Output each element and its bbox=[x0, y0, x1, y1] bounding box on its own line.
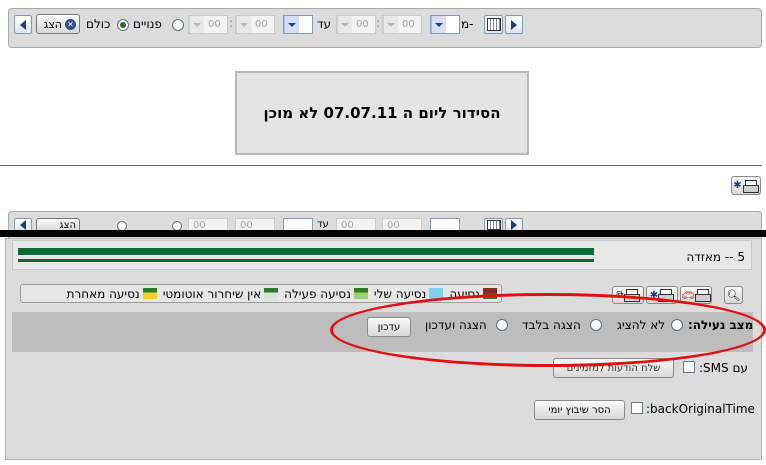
legend-swatch bbox=[353, 288, 368, 299]
sms-label: עם SMS: bbox=[699, 361, 748, 375]
magnifier-icon: 🔍︎ bbox=[726, 288, 741, 302]
chevron-down-icon bbox=[383, 16, 398, 33]
legend-swatch bbox=[264, 288, 279, 299]
legend-item-late-ride: נסיעה מאחרת bbox=[67, 287, 157, 301]
not-ready-message: הסידור ליום ה 07.07.11 לא מוכן bbox=[235, 71, 529, 155]
schedule-bar-bottom bbox=[18, 259, 594, 262]
legend-item-no-auto-release: אין שיחרור אוטומטי bbox=[163, 287, 279, 301]
legend-swatch bbox=[142, 288, 157, 299]
arrow-left-icon bbox=[20, 220, 26, 230]
show-button[interactable]: הצג ✕ bbox=[36, 14, 80, 34]
next-day-button[interactable] bbox=[505, 15, 523, 34]
message-text: הסידור ליום ה 07.07.11 לא מוכן bbox=[263, 104, 501, 122]
time-separator: : bbox=[376, 16, 381, 30]
chevron-down-icon bbox=[236, 16, 251, 33]
hour-to-value-select: 00 bbox=[188, 15, 228, 34]
legend-item-active-ride: נסיעה פעילה bbox=[284, 287, 368, 301]
calendar-icon bbox=[486, 18, 501, 31]
radio-free-label: פנויים bbox=[133, 17, 162, 31]
close-icon: ✕ bbox=[65, 18, 76, 30]
vehicle-title: 5 -- מאזדה bbox=[686, 250, 745, 264]
radio-all-label: כולם bbox=[86, 17, 111, 31]
to-label: עד bbox=[317, 17, 332, 31]
chevron-down-icon bbox=[189, 16, 204, 33]
schedule-bar-top bbox=[18, 248, 594, 255]
arrow-right-icon bbox=[511, 220, 517, 230]
printer-icon bbox=[694, 289, 711, 302]
minute-from-select: 00 bbox=[382, 15, 422, 34]
remove-daily-assignment-button[interactable]: הסר שיבוץ יומי bbox=[534, 400, 625, 420]
chevron-down-icon bbox=[284, 16, 299, 33]
chevron-down-icon bbox=[337, 16, 352, 33]
print-button[interactable]: ✱ bbox=[731, 176, 761, 195]
prev-day-button[interactable] bbox=[14, 15, 32, 34]
vehicle-header: 5 -- מאזדה bbox=[12, 240, 752, 270]
back-original-label: backOriginalTime: bbox=[646, 402, 755, 416]
person-icon: ✱ bbox=[733, 180, 742, 191]
chevron-down-icon bbox=[431, 16, 446, 33]
back-original-checkbox[interactable] bbox=[631, 402, 643, 414]
calendar-icon bbox=[486, 220, 501, 230]
radio-free[interactable] bbox=[172, 19, 184, 31]
radio-all[interactable] bbox=[117, 19, 129, 31]
zoom-button[interactable]: 🔍︎ bbox=[724, 286, 743, 304]
screenshot-cut-line bbox=[0, 230, 766, 237]
hour-from-select[interactable] bbox=[430, 15, 460, 34]
annotation-ellipse bbox=[330, 293, 766, 367]
sms-checkbox[interactable] bbox=[683, 361, 695, 373]
arrow-left-icon bbox=[20, 19, 26, 30]
hour-to-select[interactable] bbox=[283, 15, 313, 34]
arrow-right-icon bbox=[511, 19, 517, 30]
hour-from-value-select: 00 bbox=[336, 15, 376, 34]
divider bbox=[0, 165, 762, 166]
to-label-2: עד bbox=[317, 219, 329, 230]
from-label: מ- bbox=[461, 17, 474, 31]
calendar-button[interactable] bbox=[484, 15, 503, 34]
minute-to-select: 00 bbox=[235, 15, 275, 34]
car-icon: 🚗︎ bbox=[681, 288, 695, 302]
printer-icon bbox=[742, 179, 759, 193]
time-separator-2: : bbox=[229, 16, 234, 30]
